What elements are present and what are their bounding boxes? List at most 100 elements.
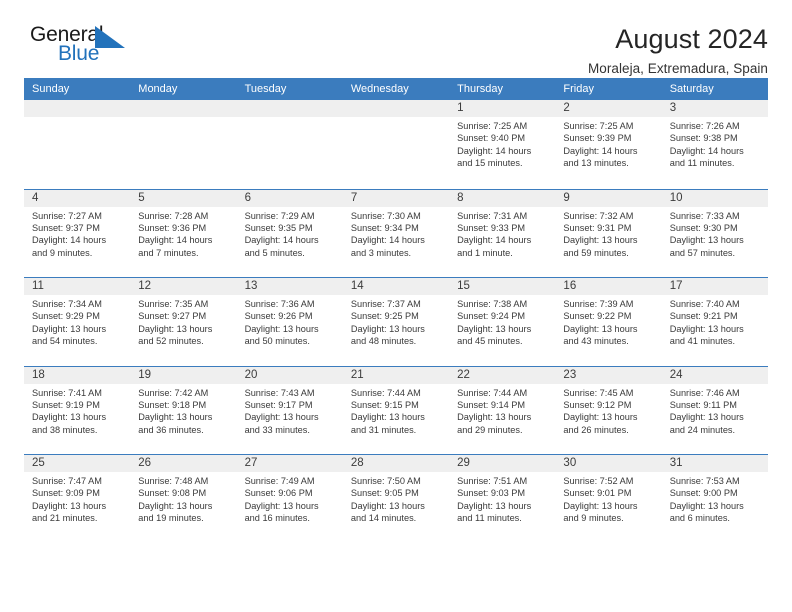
day-number: 18 <box>24 366 131 384</box>
day-cell-14[interactable]: 14 Sunrise: 7:37 AM Sunset: 9:25 PM Dayli… <box>342 278 450 366</box>
day-number: 30 <box>555 455 662 472</box>
title-block: August 2024 Moraleja, Extremadura, Spain <box>588 22 768 76</box>
day-number <box>130 100 237 117</box>
location-subtitle: Moraleja, Extremadura, Spain <box>588 61 768 77</box>
day-number: 16 <box>555 278 662 295</box>
day-number: 27 <box>236 455 343 472</box>
day-sun-info: Sunrise: 7:36 AM Sunset: 9:26 PM Dayligh… <box>244 299 319 347</box>
day-number: 9 <box>555 189 662 207</box>
day-number: 5 <box>130 189 237 207</box>
day-sun-info: Sunrise: 7:39 AM Sunset: 9:22 PM Dayligh… <box>563 299 638 347</box>
day-cell-21[interactable]: 21 Sunrise: 7:44 AM Sunset: 9:15 PM Dayli… <box>342 366 450 455</box>
day-cell-2[interactable]: 2 Sunrise: 7:25 AM Sunset: 9:39 PM Daylig… <box>555 100 662 189</box>
day-cell-24[interactable]: 24 Sunrise: 7:46 AM Sunset: 9:11 PM Dayli… <box>661 366 768 455</box>
day-sun-info: Sunrise: 7:29 AM Sunset: 9:35 PM Dayligh… <box>244 210 319 258</box>
day-number: 28 <box>342 455 450 472</box>
day-cell-26[interactable]: 26 Sunrise: 7:48 AM Sunset: 9:08 PM Dayli… <box>130 455 237 543</box>
day-sun-info: Sunrise: 7:37 AM Sunset: 9:25 PM Dayligh… <box>350 299 425 347</box>
day-cell-9[interactable]: 9 Sunrise: 7:32 AM Sunset: 9:31 PM Daylig… <box>555 189 662 278</box>
day-cell-31[interactable]: 31 Sunrise: 7:53 AM Sunset: 9:00 PM Dayli… <box>661 455 768 543</box>
day-cell-1[interactable]: 1 Sunrise: 7:25 AM Sunset: 9:40 PM Daylig… <box>449 100 556 189</box>
day-cell-10[interactable]: 10 Sunrise: 7:33 AM Sunset: 9:30 PM Dayli… <box>661 189 768 278</box>
day-cell-8[interactable]: 8 Sunrise: 7:31 AM Sunset: 9:33 PM Daylig… <box>449 189 556 278</box>
generalblue-logo[interactable]: General Blue <box>24 22 144 70</box>
day-number: 19 <box>130 366 237 384</box>
day-number: 29 <box>449 455 556 472</box>
day-cell-18[interactable]: 18 Sunrise: 7:41 AM Sunset: 9:19 PM Dayli… <box>24 366 131 455</box>
day-sun-info <box>130 117 236 120</box>
weekday-header-row: Sunday Monday Tuesday Wednesday Thursday Frid… <box>24 78 768 100</box>
day-sun-info: Sunrise: 7:31 AM Sunset: 9:33 PM Dayligh… <box>457 210 532 258</box>
day-number: 23 <box>555 366 662 384</box>
day-number <box>236 100 343 117</box>
day-sun-info: Sunrise: 7:25 AM Sunset: 9:40 PM Dayligh… <box>457 121 532 169</box>
day-number: 22 <box>449 366 556 384</box>
day-cell-19[interactable]: 19 Sunrise: 7:42 AM Sunset: 9:18 PM Dayli… <box>130 366 237 455</box>
day-cell-5[interactable]: 5 Sunrise: 7:28 AM Sunset: 9:36 PM Daylig… <box>130 189 237 278</box>
day-number: 24 <box>661 366 768 384</box>
day-sun-info: Sunrise: 7:42 AM Sunset: 9:18 PM Dayligh… <box>138 387 213 435</box>
day-cell-6[interactable]: 6 Sunrise: 7:29 AM Sunset: 9:35 PM Daylig… <box>236 189 343 278</box>
day-cell-12[interactable]: 12 Sunrise: 7:35 AM Sunset: 9:27 PM Dayli… <box>130 278 237 366</box>
logo-text-blue: Blue <box>58 42 100 65</box>
weekday-header-friday: Friday <box>563 83 594 95</box>
calendar-week-row: 25 Sunrise: 7:47 AM Sunset: 9:09 PM Dayli… <box>24 454 768 543</box>
day-cell-23[interactable]: 23 Sunrise: 7:45 AM Sunset: 9:12 PM Dayli… <box>555 366 662 455</box>
day-cell-22[interactable]: 22 Sunrise: 7:44 AM Sunset: 9:14 PM Dayli… <box>449 366 556 455</box>
day-number: 17 <box>661 278 768 295</box>
day-number: 11 <box>24 278 131 295</box>
day-number: 4 <box>24 189 131 207</box>
day-cell-16[interactable]: 16 Sunrise: 7:39 AM Sunset: 9:22 PM Dayli… <box>555 278 662 366</box>
day-cell-17[interactable]: 17 Sunrise: 7:40 AM Sunset: 9:21 PM Dayli… <box>661 278 768 366</box>
day-cell-30[interactable]: 30 Sunrise: 7:52 AM Sunset: 9:01 PM Dayli… <box>555 455 662 543</box>
calendar-page: General Blue August 2024 Moraleja, Extre… <box>0 0 792 612</box>
day-number: 31 <box>661 455 768 472</box>
day-sun-info <box>24 117 130 120</box>
day-cell-4[interactable]: 4 Sunrise: 7:27 AM Sunset: 9:37 PM Daylig… <box>24 189 131 278</box>
day-cell-29[interactable]: 29 Sunrise: 7:51 AM Sunset: 9:03 PM Dayli… <box>449 455 556 543</box>
day-sun-info: Sunrise: 7:47 AM Sunset: 9:09 PM Dayligh… <box>32 476 107 524</box>
calendar-week-row: 1 Sunrise: 7:25 AM Sunset: 9:40 PM Daylig… <box>24 100 768 189</box>
day-cell-25[interactable]: 25 Sunrise: 7:47 AM Sunset: 9:09 PM Dayli… <box>24 455 131 543</box>
day-sun-info: Sunrise: 7:25 AM Sunset: 9:39 PM Dayligh… <box>563 121 638 169</box>
day-sun-info: Sunrise: 7:45 AM Sunset: 9:12 PM Dayligh… <box>563 387 638 435</box>
day-sun-info: Sunrise: 7:27 AM Sunset: 9:37 PM Dayligh… <box>32 210 107 258</box>
day-cell-7[interactable]: 7 Sunrise: 7:30 AM Sunset: 9:34 PM Daylig… <box>342 189 450 278</box>
day-sun-info <box>343 117 449 120</box>
day-cell-empty <box>130 100 237 189</box>
day-number: 15 <box>449 278 556 295</box>
day-sun-info: Sunrise: 7:33 AM Sunset: 9:30 PM Dayligh… <box>669 210 744 258</box>
day-cell-28[interactable]: 28 Sunrise: 7:50 AM Sunset: 9:05 PM Dayli… <box>342 455 450 543</box>
day-sun-info: Sunrise: 7:35 AM Sunset: 9:27 PM Dayligh… <box>138 299 213 347</box>
day-sun-info: Sunrise: 7:38 AM Sunset: 9:24 PM Dayligh… <box>457 299 532 347</box>
day-cell-15[interactable]: 15 Sunrise: 7:38 AM Sunset: 9:24 PM Dayli… <box>449 278 556 366</box>
day-number: 7 <box>342 189 450 207</box>
day-number: 3 <box>661 100 768 117</box>
day-sun-info: Sunrise: 7:41 AM Sunset: 9:19 PM Dayligh… <box>32 387 107 435</box>
day-sun-info: Sunrise: 7:44 AM Sunset: 9:14 PM Dayligh… <box>457 387 532 435</box>
day-sun-info: Sunrise: 7:44 AM Sunset: 9:15 PM Dayligh… <box>350 387 425 435</box>
day-cell-empty <box>236 100 343 189</box>
day-number: 6 <box>236 189 343 207</box>
day-number: 26 <box>130 455 237 472</box>
weekday-header-sunday: Sunday <box>32 83 70 95</box>
weekday-header-wednesday: Wednesday <box>350 83 409 95</box>
day-cell-empty <box>24 100 131 189</box>
day-sun-info: Sunrise: 7:52 AM Sunset: 9:01 PM Dayligh… <box>563 476 638 524</box>
day-sun-info: Sunrise: 7:28 AM Sunset: 9:36 PM Dayligh… <box>138 210 213 258</box>
day-number: 21 <box>342 366 450 384</box>
calendar-week-row: 4 Sunrise: 7:27 AM Sunset: 9:37 PM Daylig… <box>24 188 768 278</box>
day-number <box>24 100 131 117</box>
day-cell-27[interactable]: 27 Sunrise: 7:49 AM Sunset: 9:06 PM Dayli… <box>236 455 343 543</box>
day-cell-20[interactable]: 20 Sunrise: 7:43 AM Sunset: 9:17 PM Dayli… <box>236 366 343 455</box>
page-header: General Blue August 2024 Moraleja, Extre… <box>24 0 768 78</box>
page-title: August 2024 <box>615 24 768 54</box>
day-number <box>342 100 450 117</box>
day-sun-info: Sunrise: 7:34 AM Sunset: 9:29 PM Dayligh… <box>32 299 107 347</box>
day-sun-info: Sunrise: 7:48 AM Sunset: 9:08 PM Dayligh… <box>138 476 213 524</box>
day-cell-empty <box>342 100 450 189</box>
day-cell-11[interactable]: 11 Sunrise: 7:34 AM Sunset: 9:29 PM Dayli… <box>24 278 131 366</box>
calendar-week-row: 18 Sunrise: 7:41 AM Sunset: 9:19 PM Dayli… <box>24 365 768 455</box>
day-cell-3[interactable]: 3 Sunrise: 7:26 AM Sunset: 9:38 PM Daylig… <box>661 100 768 189</box>
day-cell-13[interactable]: 13 Sunrise: 7:36 AM Sunset: 9:26 PM Dayli… <box>236 278 343 366</box>
